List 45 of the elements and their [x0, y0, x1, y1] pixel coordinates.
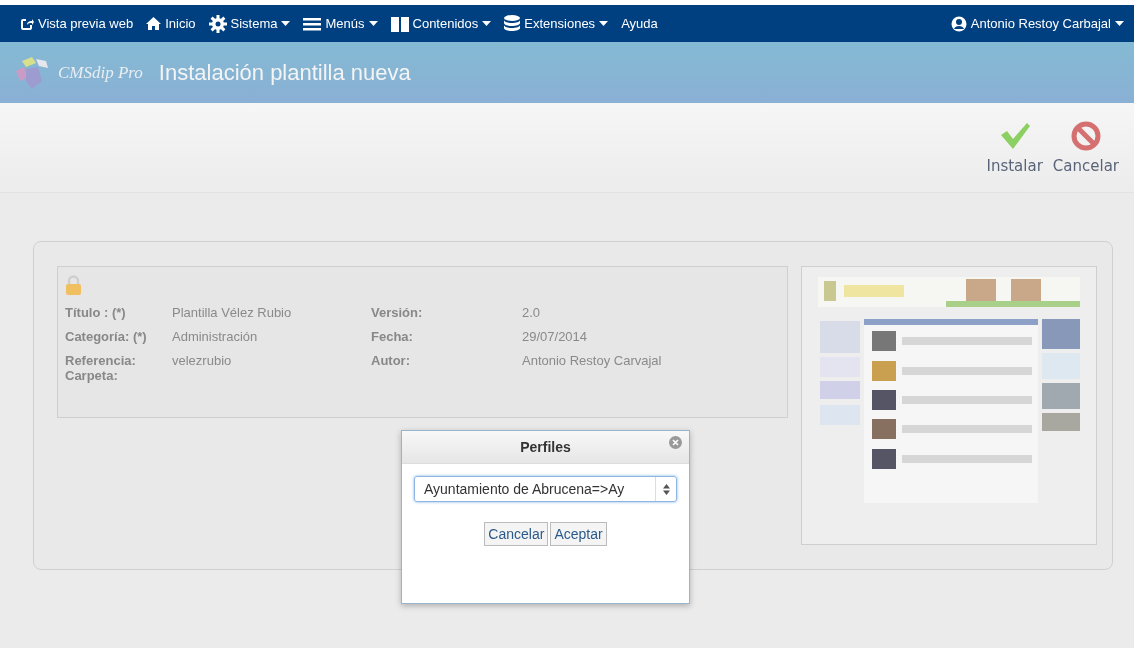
select-arrows-icon — [662, 483, 670, 495]
dialog-title: Perfiles — [520, 439, 571, 455]
nav-link[interactable]: Inicio — [146, 16, 196, 31]
caret-icon — [281, 21, 291, 26]
toolbar-button[interactable]: Instalar — [981, 116, 1048, 179]
caret-icon — [1115, 21, 1124, 26]
field-value: Plantilla Vélez Rubio — [172, 305, 293, 320]
checkmark-icon — [998, 120, 1031, 151]
database-icon — [504, 14, 521, 33]
dialog-button[interactable]: Aceptar — [550, 522, 607, 546]
prohibited-icon — [1070, 120, 1101, 151]
field-label: Categoría: (*) — [65, 329, 148, 344]
menu-icon — [303, 16, 322, 31]
close-button[interactable] — [669, 436, 682, 449]
nav-link[interactable]: Sistema — [208, 14, 291, 33]
user-icon — [950, 15, 967, 32]
caret-icon — [482, 21, 492, 26]
toolbar-button[interactable]: Cancelar — [1047, 116, 1124, 179]
external-link-icon — [20, 16, 34, 31]
logo-text: CMSdip Pro — [58, 62, 143, 83]
nav-link[interactable]: Contenidos — [390, 15, 492, 32]
nav-link[interactable]: Vista previa web — [20, 16, 134, 31]
field-value: 2.0 — [522, 305, 542, 320]
field-label: Referencia: Carpeta: — [65, 353, 137, 383]
gear-icon — [208, 14, 227, 33]
book-icon — [390, 15, 409, 32]
nav-link[interactable]: Menús — [303, 16, 378, 31]
field-label: Autor: — [371, 353, 411, 370]
field-label: Título : (*) — [65, 305, 127, 320]
field-value: 29/07/2014 — [522, 329, 589, 344]
field-value: Administración — [172, 329, 259, 344]
profile-select[interactable]: Ayuntamiento de Abrucena=>Ay — [414, 476, 677, 502]
field-value: Antonio Restoy Carvajal — [522, 353, 663, 370]
field-label: Fecha: — [371, 329, 414, 344]
field-value: velezrubio — [172, 353, 233, 370]
caret-icon — [368, 21, 378, 26]
nav-link[interactable]: Ayuda — [621, 16, 658, 31]
caret-icon — [599, 21, 609, 26]
dialog-button[interactable]: Cancelar — [484, 522, 549, 546]
nav-link[interactable]: Extensiones — [504, 14, 609, 33]
user-menu[interactable]: Antonio Restoy Carbajal — [950, 15, 1124, 32]
field-label: Versión: — [371, 305, 424, 320]
padlock-icon — [65, 275, 82, 295]
home-icon — [146, 17, 162, 30]
page-title: Instalación plantilla nueva — [158, 59, 411, 86]
